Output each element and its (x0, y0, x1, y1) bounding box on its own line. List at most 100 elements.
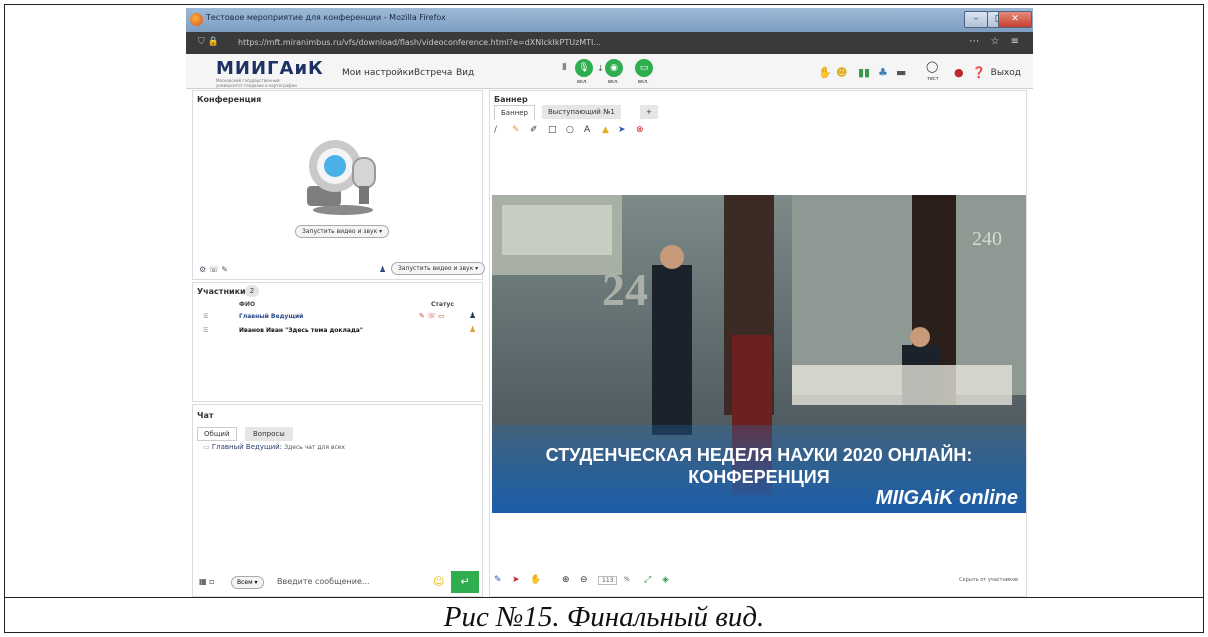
window-titlebar: Тестовое мероприятие для конференции - M… (186, 8, 1033, 32)
tab-general[interactable]: Общий (197, 427, 237, 441)
recipient-select[interactable]: Всем ▾ (231, 576, 264, 589)
circle-tool-icon[interactable]: ○ (566, 125, 574, 135)
participants-count-badge: 2 (245, 285, 259, 297)
chat-message: ▭ Главный Ведущий: Здесь чат для всех (203, 443, 345, 451)
users-tree-icon[interactable]: ♣ (878, 66, 888, 79)
tab-speaker-1[interactable]: Выступающий №1 (542, 105, 621, 119)
status-icons[interactable]: ✎ ☏ ▭ (419, 312, 445, 320)
banner-image: 24 240 СТУДЕНЧЕСКАЯ НЕДЕЛЯ НАУКИ 2020 ОН… (492, 195, 1026, 513)
firefox-icon (190, 13, 203, 26)
participant-tools-icons[interactable]: ⚙ ☏ ✎ (199, 265, 228, 274)
row-handle-icon: ☰ (203, 327, 209, 334)
recipient-value: Всем (237, 579, 253, 586)
start-av-button-2[interactable]: Запустить видео и звук ▾ (391, 262, 486, 275)
participants-title: Участники (197, 287, 246, 296)
brand-subtitle: Московский государственный университет г… (216, 78, 297, 88)
column-status: Статус (431, 301, 454, 308)
zoom-in-icon[interactable]: ⊕ (562, 575, 570, 585)
message-icon: ▭ (203, 443, 210, 451)
emoji-picker-icon[interactable]: ☺ (433, 575, 444, 588)
chat-title: Чат (197, 411, 214, 420)
tab-banner[interactable]: Баннер (494, 105, 535, 120)
language-flag-icon[interactable]: ● (954, 66, 964, 79)
figure-divider (4, 597, 1204, 598)
fullscreen-icon[interactable]: ◈ (662, 575, 669, 585)
column-name: ФИО (239, 301, 256, 308)
hide-from-participants[interactable]: Скрыть от участников (959, 577, 1018, 583)
webcam-microphone-icon (307, 140, 376, 215)
app-header: МИИГАиК Московский государственный униве… (186, 54, 1033, 89)
zoom-level[interactable]: 113 (598, 576, 618, 585)
banner-title: Баннер (494, 95, 528, 104)
rectangle-tool-icon[interactable]: □ (548, 125, 557, 135)
presenter-icon: ♟ (469, 311, 477, 320)
close-button[interactable]: ✕ (998, 11, 1032, 28)
chat-text: Здесь чат для всех (284, 444, 345, 451)
screen-share-button[interactable]: ▭ (635, 59, 653, 77)
exit-button[interactable]: Выход (991, 68, 1021, 78)
poll-chart-icon[interactable]: ▮▮ (858, 66, 870, 79)
banner-headline-line1: СТУДЕНЧЕСКАЯ НЕДЕЛЯ НАУКИ 2020 ОНЛАЙН: (545, 445, 973, 465)
lock-icon: ⛉ 🔒 (198, 37, 219, 47)
text-tool-icon[interactable]: A (584, 125, 590, 135)
highlighter-tool-icon[interactable]: ▲ (602, 125, 609, 135)
conference-title: Конференция (197, 95, 262, 104)
browser-toolbar-icons[interactable]: ⋯ ☆ ≡ (969, 36, 1023, 47)
hand-icon[interactable]: ✋ (530, 575, 541, 585)
record-test-label: тест (927, 76, 939, 82)
row-handle-icon: ☰ (203, 313, 209, 320)
minimize-button[interactable]: – (964, 11, 988, 28)
fit-screen-icon[interactable]: ⤢ (644, 575, 651, 585)
background-number: 240 (972, 228, 1002, 250)
nav-my-settings[interactable]: Мои настройки (342, 68, 414, 78)
nav-meeting[interactable]: Встреча (414, 68, 452, 78)
percent-sign: % (624, 576, 630, 583)
screen-share-label: вкл. (638, 79, 649, 85)
emoji-icon[interactable]: ☻ (836, 66, 847, 79)
help-icon[interactable]: ❓ (972, 66, 986, 79)
tab-questions[interactable]: Вопросы (245, 427, 293, 441)
line-tool-icon[interactable]: / (494, 125, 497, 135)
zoom-out-icon[interactable]: ⊖ (580, 575, 588, 585)
url-bar: ⛉ 🔒 https://mft.miranimbus.ru/vfs/downlo… (186, 32, 1033, 54)
start-av-label-2: Запустить видео и звук (398, 265, 474, 272)
volume-arrow-icon: ↓ (597, 64, 604, 73)
tab-add[interactable]: + (640, 105, 658, 119)
message-input[interactable]: Введите сообщение... (277, 577, 370, 586)
mic-label: вкл. (577, 79, 588, 85)
pointer-icon[interactable]: ➤ (512, 575, 520, 585)
pointer-tool-icon[interactable]: ➤ (618, 125, 626, 135)
record-test-icon[interactable]: ◯ (926, 60, 938, 73)
browser-window: Тестовое мероприятие для конференции - M… (186, 8, 1033, 597)
figure-caption: Рис №15. Финальный вид. (443, 601, 765, 633)
nav-view[interactable]: Вид (456, 68, 474, 78)
start-av-label: Запустить видео и звук (302, 228, 378, 235)
banner-headline-line2: КОНФЕРЕНЦИЯ (688, 467, 830, 487)
marker-tool-icon[interactable]: ✐ (530, 125, 538, 135)
window-title: Тестовое мероприятие для конференции - M… (206, 13, 446, 22)
folder-icon[interactable]: ▬ (896, 66, 906, 79)
mic-level-icon: ▮ (562, 62, 567, 72)
draw-tool-icon[interactable]: ✎ (494, 575, 502, 585)
camera-button[interactable]: ◉ (605, 59, 623, 77)
banner-panel: Баннер Баннер Выступающий №1 + / ✎ ✐ □ ○… (489, 90, 1027, 597)
participant-name: Главный Ведущий (239, 313, 304, 320)
svg-text:24: 24 (602, 264, 648, 315)
banner-bottom-toolbar: ✎ ➤ ✋ ⊕ ⊖ 113 % ⤢ ◈ Скрыть от участников (490, 571, 1026, 593)
conference-panel: Конференция Запустить видео и звук ▾ ⚙ ☏… (192, 90, 486, 280)
chat-format-icons[interactable]: ▦ ▫ (199, 577, 215, 586)
chat-author: Главный Ведущий: (211, 443, 283, 451)
start-av-button[interactable]: Запустить видео и звук ▾ (295, 225, 390, 238)
brand-logo: МИИГАиК (216, 58, 324, 79)
clear-tool-icon[interactable]: ⊗ (636, 125, 644, 135)
mic-button[interactable]: 🎙 (575, 59, 593, 77)
camera-label: вкл. (608, 79, 619, 85)
send-button[interactable]: ↵ (451, 571, 479, 593)
banner-brand: MIIGAiK online (875, 487, 1018, 509)
participants-panel: Участники 2 ФИО Статус ☰ Главный Ведущий… (192, 282, 483, 402)
url-text[interactable]: https://mft.miranimbus.ru/vfs/download/f… (238, 38, 938, 47)
speaker-icon: ♟ (469, 325, 477, 334)
raise-hand-icon[interactable]: ✋ (818, 66, 832, 79)
pencil-tool-icon[interactable]: ✎ (512, 125, 520, 135)
participant-name: Иванов Иван "Здесь тема доклада" (239, 327, 363, 334)
